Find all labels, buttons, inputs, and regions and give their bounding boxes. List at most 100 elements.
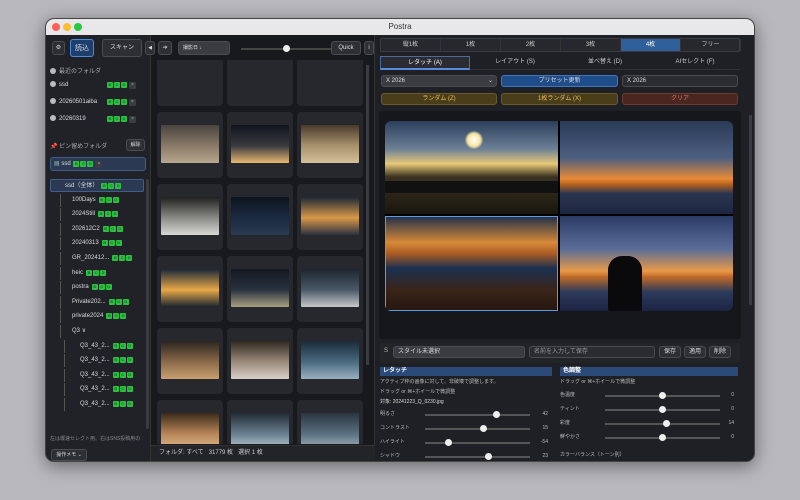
style-select[interactable]: スタイル未選択 bbox=[393, 346, 525, 358]
thumbnail[interactable] bbox=[297, 112, 363, 178]
thumbnail[interactable] bbox=[227, 400, 293, 444]
grid-scrollbar[interactable] bbox=[366, 65, 369, 365]
pinned-folder-ssd[interactable]: ▤ ssd B C D × bbox=[50, 157, 146, 171]
badge-B[interactable]: B bbox=[108, 298, 115, 305]
unpin-button[interactable]: 解除 bbox=[126, 139, 145, 151]
adjust-slider[interactable] bbox=[605, 420, 720, 427]
random-one-button[interactable]: 1枚ランダム (X) bbox=[501, 93, 618, 105]
badge-D[interactable]: D bbox=[121, 99, 127, 105]
badge-B[interactable]: B bbox=[98, 211, 105, 218]
badge-B[interactable]: B bbox=[107, 116, 113, 122]
badge-C[interactable]: C bbox=[119, 386, 126, 393]
badge-B[interactable]: B bbox=[112, 342, 119, 349]
badge-D[interactable]: D bbox=[126, 342, 133, 349]
badge-D[interactable]: D bbox=[105, 284, 112, 291]
adjust-slider[interactable] bbox=[605, 434, 720, 441]
clear-button[interactable]: クリア bbox=[622, 93, 738, 105]
tree-item[interactable]: postra B C D bbox=[50, 281, 144, 295]
navigate-arrow-button[interactable]: ➔ bbox=[158, 41, 172, 55]
recent-folder-item[interactable]: 20260319 B C D × bbox=[50, 113, 136, 125]
badge-C[interactable]: C bbox=[108, 240, 115, 247]
mode-tab[interactable]: レタッチ (A) bbox=[380, 56, 470, 70]
badge-D[interactable]: D bbox=[126, 357, 133, 364]
badge-C[interactable]: C bbox=[119, 357, 126, 364]
badge-D[interactable]: D bbox=[121, 82, 127, 88]
thumbnail[interactable] bbox=[297, 60, 363, 106]
thumbnail[interactable] bbox=[227, 60, 293, 106]
count-option[interactable]: 縦1枚 bbox=[381, 39, 441, 51]
badge-C[interactable]: C bbox=[119, 255, 126, 261]
count-option[interactable]: 1枚 bbox=[441, 39, 501, 51]
remove-icon[interactable]: × bbox=[129, 116, 136, 123]
thumbnail[interactable] bbox=[297, 256, 363, 322]
adjust-slider[interactable] bbox=[425, 453, 530, 460]
badge-D[interactable]: D bbox=[112, 196, 119, 203]
remove-icon[interactable]: × bbox=[129, 99, 136, 106]
badge-D[interactable]: D bbox=[126, 386, 133, 393]
badge-C[interactable]: C bbox=[119, 342, 126, 349]
thumbnail[interactable] bbox=[297, 400, 363, 444]
scan-button[interactable]: スキャン bbox=[102, 39, 142, 57]
operation-memo-button[interactable]: 操作メモ ⌄ bbox=[51, 449, 87, 461]
adjust-slider[interactable] bbox=[425, 425, 530, 432]
badge-B[interactable]: B bbox=[112, 386, 119, 393]
remove-icon[interactable]: × bbox=[129, 82, 136, 89]
badge-D[interactable]: D bbox=[126, 255, 133, 261]
thumbnail[interactable] bbox=[157, 256, 223, 322]
tree-item[interactable]: 100Days B C D bbox=[50, 193, 144, 207]
style-apply-button[interactable]: 適用 bbox=[684, 346, 706, 358]
badge-C[interactable]: C bbox=[119, 401, 126, 407]
badge-C[interactable]: C bbox=[98, 284, 105, 291]
style-delete-button[interactable]: 削除 bbox=[709, 346, 731, 358]
style-save-button[interactable]: 保存 bbox=[659, 346, 681, 358]
badge-B[interactable]: B bbox=[106, 313, 113, 320]
thumbnail[interactable] bbox=[157, 400, 223, 444]
quick-button[interactable]: Quick bbox=[331, 41, 361, 55]
badge-B[interactable]: B bbox=[86, 269, 93, 276]
thumbnail[interactable] bbox=[227, 328, 293, 394]
badge-D[interactable]: D bbox=[112, 211, 119, 218]
tree-item[interactable]: Q3 ∨ bbox=[50, 325, 144, 338]
badge-C[interactable]: C bbox=[113, 313, 120, 320]
badge-C[interactable]: C bbox=[115, 298, 122, 305]
badge-D[interactable]: D bbox=[122, 298, 129, 305]
tree-item[interactable]: heic B C D bbox=[50, 266, 144, 280]
thumbnail[interactable] bbox=[297, 328, 363, 394]
badge-C[interactable]: C bbox=[105, 211, 112, 218]
thumbnail[interactable] bbox=[297, 184, 363, 250]
tree-item[interactable]: Private202... B C D bbox=[50, 295, 144, 309]
tree-scrollbar[interactable] bbox=[146, 179, 149, 429]
thumbnail[interactable] bbox=[227, 184, 293, 250]
info-button[interactable]: i bbox=[364, 41, 374, 55]
badge-B[interactable]: B bbox=[107, 82, 113, 88]
badge-B[interactable]: B bbox=[102, 225, 109, 232]
thumbnail[interactable] bbox=[157, 60, 223, 106]
badge-B[interactable]: B bbox=[91, 284, 98, 291]
count-option[interactable]: 2枚 bbox=[501, 39, 561, 51]
badge-C[interactable]: C bbox=[114, 116, 120, 122]
thumbnail[interactable] bbox=[157, 184, 223, 250]
adjust-slider[interactable] bbox=[425, 411, 530, 418]
preset-select[interactable]: X 2026 ⌄ bbox=[381, 75, 497, 87]
preset-update-button[interactable]: プリセット更新 bbox=[501, 75, 618, 87]
tree-item[interactable]: Q3_43_2... B C D bbox=[50, 339, 144, 353]
zoom-window-icon[interactable] bbox=[74, 23, 82, 31]
collage-frame-1[interactable] bbox=[385, 121, 558, 214]
collapse-sidebar-button[interactable]: ◀ bbox=[145, 41, 155, 55]
tree-item[interactable]: ssd（全体） B C D bbox=[50, 179, 144, 192]
count-option[interactable]: 4枚 bbox=[621, 39, 681, 51]
badge-D[interactable]: D bbox=[115, 240, 122, 247]
mode-tab[interactable]: 並べ替え (D) bbox=[560, 56, 650, 70]
adjust-slider[interactable] bbox=[605, 406, 720, 413]
close-window-icon[interactable] bbox=[52, 23, 60, 31]
settings-button[interactable]: ⚙ bbox=[52, 41, 65, 55]
badge-D[interactable]: D bbox=[100, 269, 107, 276]
badge-C[interactable]: C bbox=[114, 99, 120, 105]
toggle-icon[interactable]: ∨ bbox=[82, 328, 86, 334]
minimize-window-icon[interactable] bbox=[63, 23, 71, 31]
thumbnail[interactable] bbox=[227, 112, 293, 178]
badge-D[interactable]: D bbox=[120, 313, 127, 320]
badge-B[interactable]: B bbox=[112, 371, 119, 378]
badge-C[interactable]: C bbox=[114, 82, 120, 88]
collage-frame-3-active[interactable] bbox=[385, 216, 558, 311]
